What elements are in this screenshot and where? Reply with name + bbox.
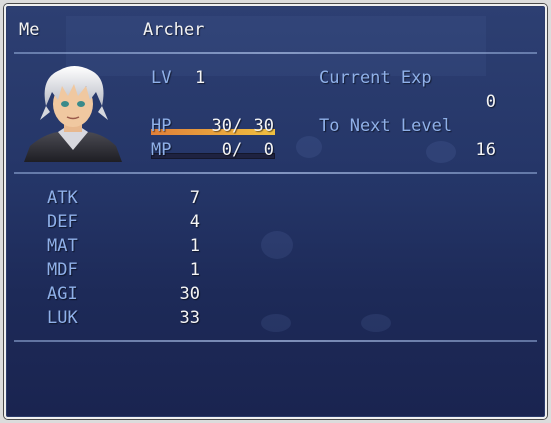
background-sprite — [296, 136, 322, 158]
params-divider — [14, 340, 537, 342]
profile-area — [14, 348, 537, 408]
hp-separator: / — [232, 116, 243, 136]
param-label-atk: ATK — [47, 188, 78, 208]
hp-label: HP — [151, 116, 172, 136]
param-value-mat: 1 — [189, 236, 200, 256]
mp-current: 0 — [221, 140, 232, 160]
hp-max: 30 — [253, 116, 274, 136]
status-window: Me Archer LV 1 HP 30 / 30 MP 0 / 0 Curre… — [4, 4, 547, 419]
param-label-def: DEF — [47, 212, 78, 232]
header-divider — [14, 52, 537, 54]
param-value-luk: 33 — [179, 308, 200, 328]
param-value-mdf: 1 — [189, 260, 200, 280]
game-screen: Me Archer LV 1 HP 30 / 30 MP 0 / 0 Curre… — [0, 0, 551, 423]
background-sprite — [261, 314, 291, 332]
next-level-value: 16 — [475, 140, 496, 160]
current-exp-value: 0 — [485, 92, 496, 112]
actor-class: Archer — [143, 20, 205, 40]
param-label-luk: LUK — [47, 308, 78, 328]
level-label: LV — [151, 68, 172, 88]
background-sprite — [361, 314, 391, 332]
next-level-label: To Next Level — [319, 116, 453, 136]
mp-max: 0 — [263, 140, 274, 160]
current-exp-label: Current Exp — [319, 68, 432, 88]
actor-name: Me — [19, 20, 40, 40]
background-sprite — [261, 231, 293, 259]
mp-label: MP — [151, 140, 172, 160]
param-label-agi: AGI — [47, 284, 78, 304]
param-label-mat: MAT — [47, 236, 78, 256]
param-value-def: 4 — [189, 212, 200, 232]
param-label-mdf: MDF — [47, 260, 78, 280]
mp-separator: / — [232, 140, 243, 160]
background-scene — [66, 16, 486, 76]
param-value-atk: 7 — [189, 188, 200, 208]
status-divider — [14, 172, 537, 174]
hp-current: 30 — [211, 116, 232, 136]
level-value: 1 — [195, 68, 206, 88]
actor-face-portrait — [24, 66, 122, 162]
param-value-agi: 30 — [179, 284, 200, 304]
